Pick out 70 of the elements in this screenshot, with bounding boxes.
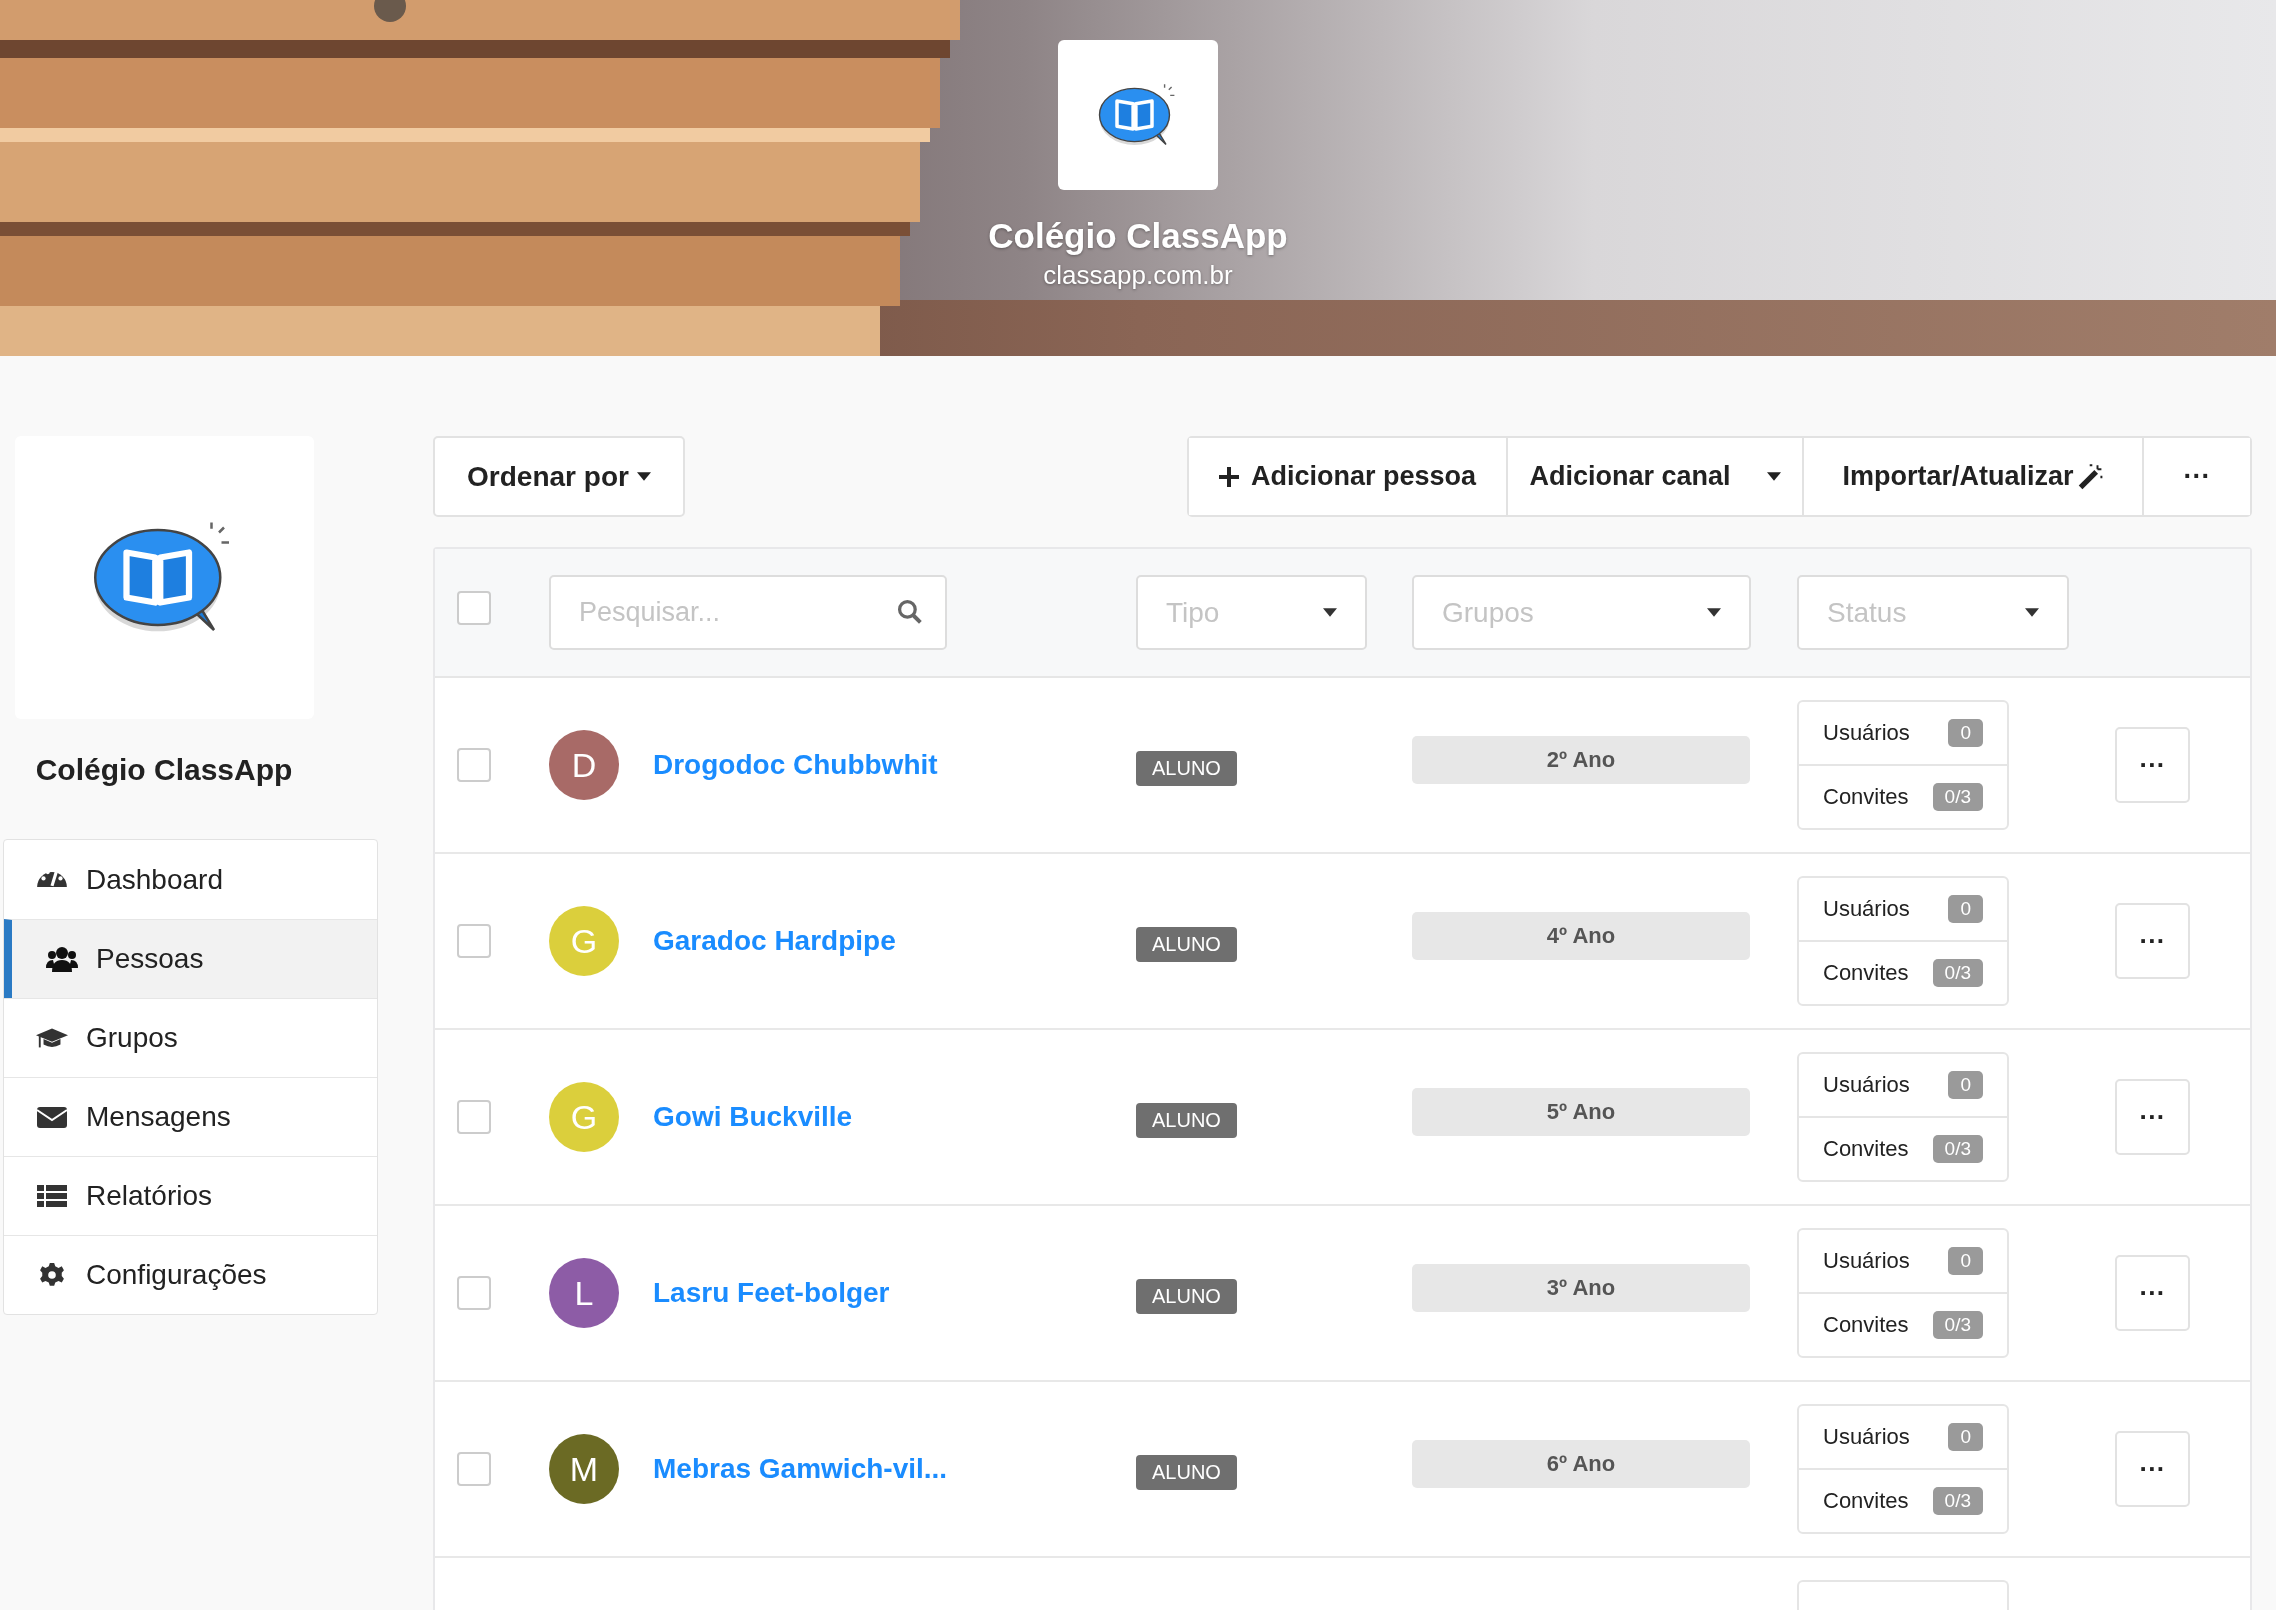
avatar: D	[549, 730, 619, 800]
caret-icon	[1766, 472, 1781, 481]
sidebar-item[interactable]: Mensagens	[4, 1077, 377, 1156]
invites-label: Convites	[1823, 1136, 1909, 1162]
search-icon	[897, 599, 923, 625]
row-more-button[interactable]: ···	[2115, 903, 2190, 979]
users-count: 0	[1948, 895, 1983, 923]
invites-label: Convites	[1823, 784, 1909, 810]
sidebar-item[interactable]: Relatórios	[4, 1156, 377, 1235]
caret-icon	[1707, 608, 1721, 617]
caret-icon	[636, 472, 651, 481]
invites-label: Convites	[1823, 960, 1909, 986]
users-count: 0	[1948, 719, 1983, 747]
search-field[interactable]: Pesquisar...	[549, 575, 947, 650]
users-label: Usuários	[1823, 1072, 1910, 1098]
type-tag: ALUNO	[1136, 1102, 1237, 1138]
group-tag: 2º Ano	[1412, 736, 1750, 784]
select-all-checkbox[interactable]	[457, 590, 491, 625]
users-icon	[46, 946, 78, 972]
avatar: G	[549, 906, 619, 976]
sort-button[interactable]: Ordenar por	[433, 436, 685, 517]
invites-count: 0/3	[1932, 1311, 1983, 1339]
type-tag: ALUNO	[1136, 750, 1237, 786]
users-label: Usuários	[1823, 1248, 1910, 1274]
gauge-icon	[36, 871, 68, 888]
users-count: 0	[1948, 1247, 1983, 1275]
row-more-button[interactable]: ···	[2115, 1079, 2190, 1155]
users-count: 0	[1948, 1423, 1983, 1451]
type-tag: ALUNO	[1136, 926, 1237, 962]
row-checkbox[interactable]	[457, 924, 491, 958]
users-label: Usuários	[1823, 1424, 1910, 1450]
invites-count: 0/3	[1932, 783, 1983, 811]
users-count: 0	[1948, 1071, 1983, 1099]
type-tag: ALUNO	[1136, 1278, 1237, 1314]
avatar: G	[549, 1082, 619, 1152]
invites-label: Convites	[1823, 1488, 1909, 1514]
type-tag: ALUNO	[1136, 1454, 1237, 1490]
row-checkbox[interactable]	[457, 748, 491, 782]
row-more-button[interactable]: ···	[2115, 727, 2190, 803]
school-website: classapp.com.br	[1043, 260, 1233, 291]
more-button[interactable]: ···	[2142, 438, 2250, 515]
list-icon	[36, 1183, 68, 1209]
invites-count: 0/3	[1932, 959, 1983, 987]
group-tag: 6º Ano	[1412, 1440, 1750, 1488]
users-label: Usuários	[1823, 720, 1910, 746]
group-tag: 5º Ano	[1412, 1088, 1750, 1136]
group-tag: 3º Ano	[1412, 1264, 1750, 1312]
invites-count: 0/3	[1932, 1487, 1983, 1515]
group-tag: 4º Ano	[1412, 912, 1750, 960]
sidebar-item[interactable]: Configurações	[4, 1235, 377, 1314]
caret-icon	[2025, 608, 2039, 617]
sidebar-item[interactable]: Pessoas	[4, 919, 377, 998]
sidebar-item[interactable]: Grupos	[4, 998, 377, 1077]
row-checkbox[interactable]	[457, 1100, 491, 1134]
row-checkbox[interactable]	[457, 1452, 491, 1486]
users-label: Usuários	[1823, 896, 1910, 922]
school-name: Colégio ClassApp	[35, 753, 293, 787]
row-checkbox[interactable]	[457, 1276, 491, 1310]
envelope-icon	[36, 1104, 68, 1130]
sidebar-item[interactable]: Dashboard	[4, 840, 377, 919]
invites-label: Convites	[1823, 1312, 1909, 1338]
row-more-button[interactable]: ···	[2115, 1255, 2190, 1331]
plus-icon	[1218, 466, 1239, 487]
caret-icon	[1323, 608, 1337, 617]
row-more-button[interactable]: ···	[2115, 1431, 2190, 1507]
invites-count: 0/3	[1932, 1135, 1983, 1163]
avatar: M	[549, 1434, 619, 1504]
magic-wand-icon	[2077, 463, 2104, 490]
school-title: Colégio ClassApp	[988, 216, 1288, 256]
avatar: L	[549, 1258, 619, 1328]
